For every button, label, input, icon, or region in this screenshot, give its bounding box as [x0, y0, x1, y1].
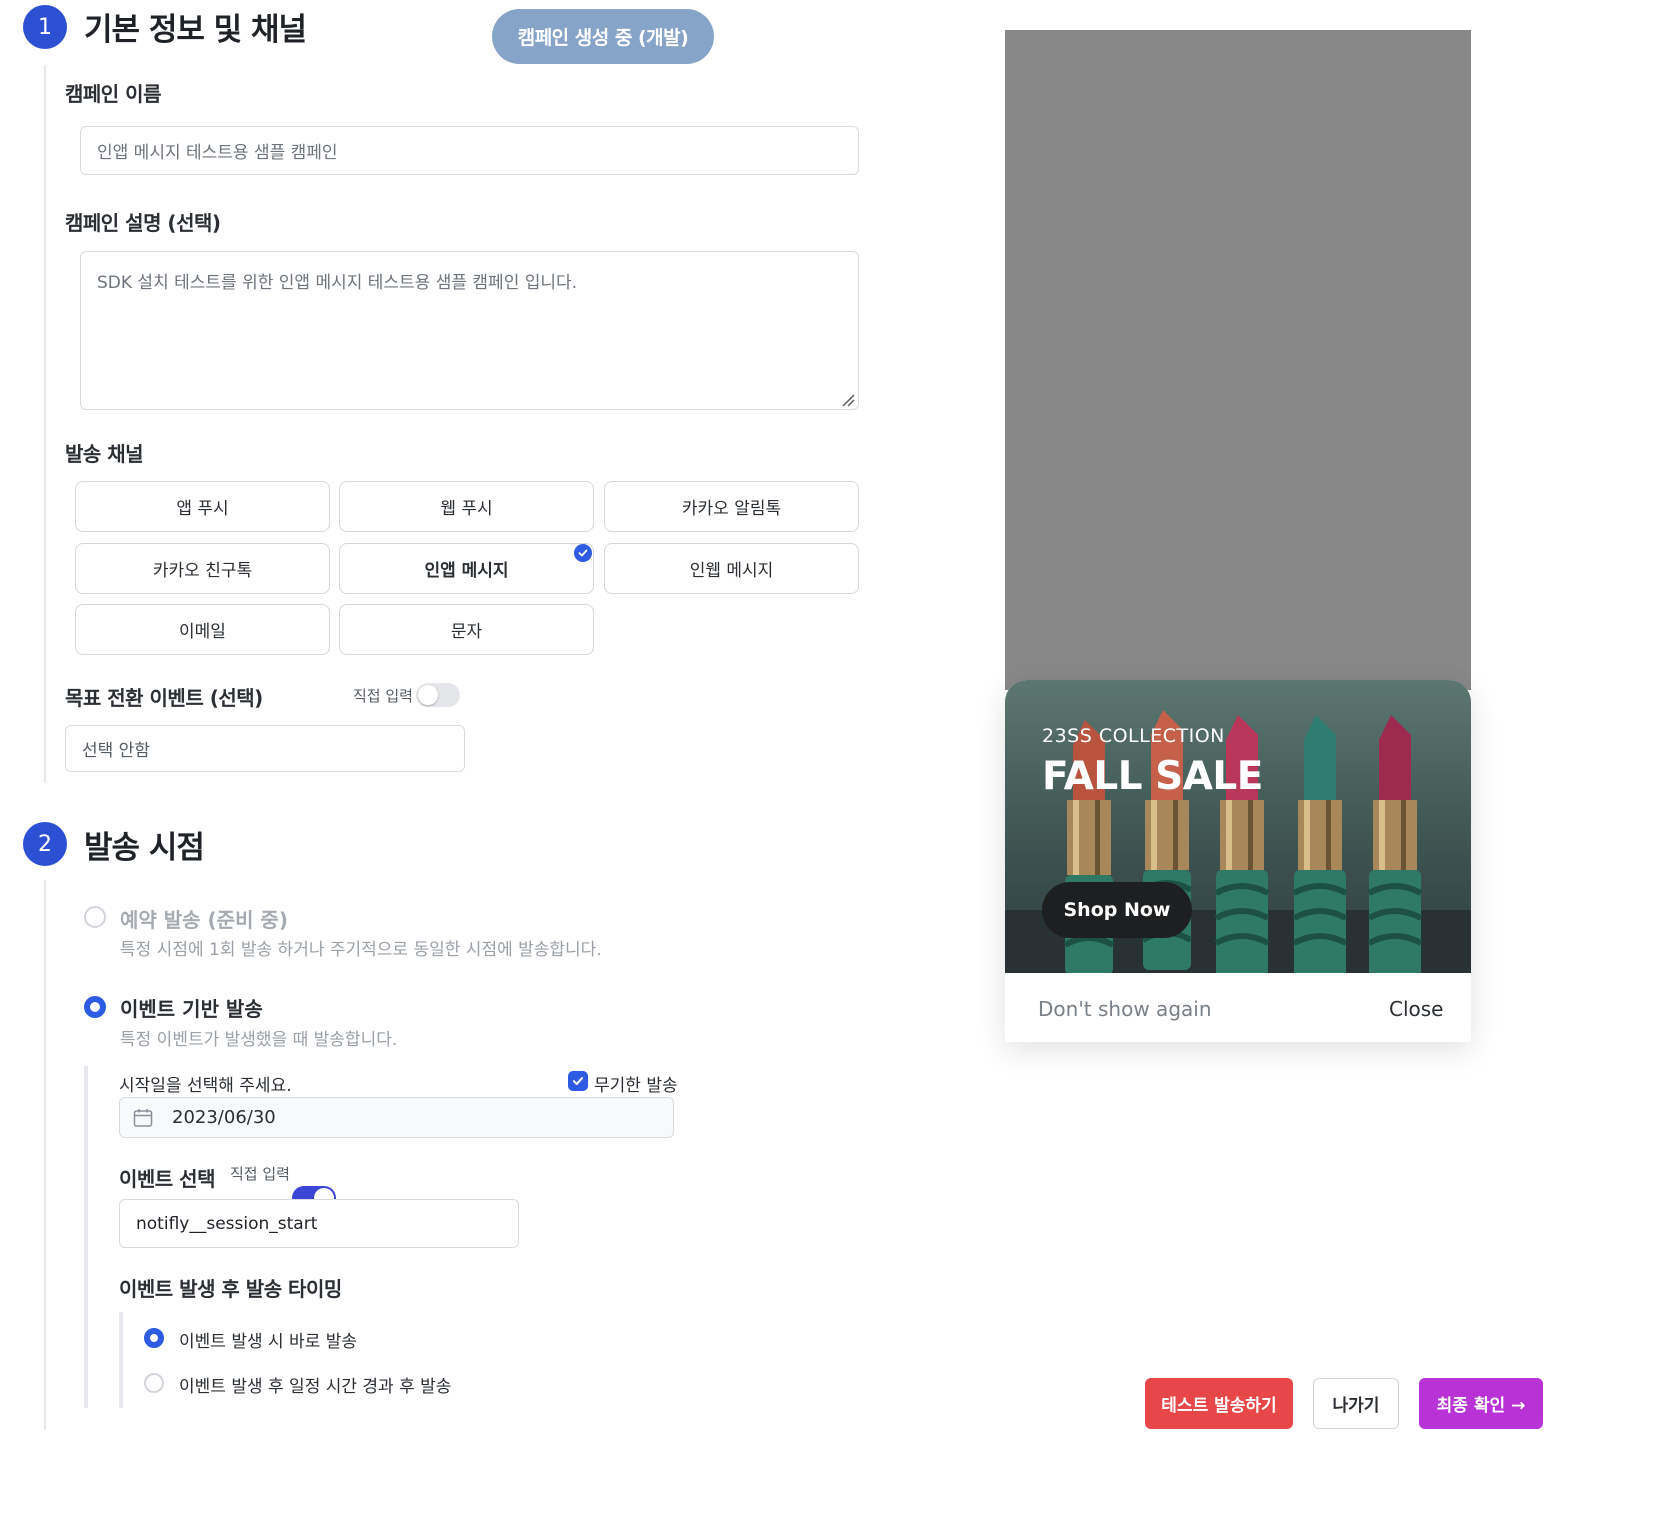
- channel-label: 발송 채널: [65, 442, 144, 466]
- in-app-message-modal: 23SS COLLECTION FALL SALE Shop Now Don't…: [1005, 680, 1471, 1042]
- channel-sms[interactable]: 문자: [339, 604, 594, 655]
- channel-kakao-friendtalk[interactable]: 카카오 친구톡: [75, 543, 330, 594]
- step-2-badge: 2: [23, 822, 67, 866]
- channel-label-text: 인웹 메시지: [689, 561, 774, 581]
- channel-kakao-alimtalk[interactable]: 카카오 알림톡: [604, 481, 859, 532]
- goal-event-label: 목표 전환 이벤트 (선택): [65, 686, 263, 710]
- event-name-input[interactable]: notifly__session_start: [119, 1199, 519, 1248]
- banner-image[interactable]: 23SS COLLECTION FALL SALE Shop Now: [1005, 680, 1471, 973]
- campaign-desc-label: 캠페인 설명 (선택): [65, 211, 221, 235]
- event-based-title: 이벤트 기반 발송: [120, 997, 263, 1021]
- step-2-title: 발송 시점: [84, 830, 205, 866]
- calendar-icon: [133, 1108, 153, 1127]
- event-select-toggle-label: 직접 입력: [230, 1165, 290, 1183]
- event-section-line: [84, 1066, 88, 1408]
- unlimited-label: 무기한 발송: [594, 1076, 678, 1096]
- channel-label-text: 앱 푸시: [176, 499, 229, 519]
- channel-label-text: 문자: [450, 622, 483, 642]
- channel-in-web-message[interactable]: 인웹 메시지: [604, 543, 859, 594]
- goal-event-direct-toggle[interactable]: [416, 683, 460, 707]
- toggle-knob: [418, 685, 438, 705]
- schedule-radio[interactable]: [84, 906, 106, 928]
- exit-button[interactable]: 나가기: [1313, 1378, 1399, 1429]
- timing-delayed-radio[interactable]: [144, 1373, 164, 1393]
- timing-delayed-label: 이벤트 발생 후 일정 시간 경과 후 발송: [179, 1377, 452, 1397]
- channel-in-app-message[interactable]: 인앱 메시지: [339, 543, 594, 594]
- schedule-title: 예약 발송 (준비 중): [120, 908, 288, 932]
- start-date-value: 2023/06/30: [172, 1107, 276, 1128]
- channel-label-text: 카카오 알림톡: [681, 499, 782, 519]
- channel-label-text: 웹 푸시: [440, 499, 493, 519]
- event-select-label: 이벤트 선택: [119, 1167, 215, 1191]
- timing-label: 이벤트 발생 후 발송 타이밍: [119, 1277, 342, 1301]
- unlimited-checkbox[interactable]: [568, 1071, 588, 1091]
- step-1-title: 기본 정보 및 채널: [84, 12, 307, 48]
- shop-now-button[interactable]: Shop Now: [1042, 882, 1192, 938]
- resize-grip-icon[interactable]: [841, 393, 855, 407]
- dont-show-again-link[interactable]: Don't show again: [1038, 997, 1212, 1021]
- channel-label-text: 카카오 친구톡: [152, 561, 253, 581]
- start-date-input[interactable]: 2023/06/30: [119, 1097, 674, 1138]
- step-1-badge: 1: [23, 5, 67, 49]
- channel-web-push[interactable]: 웹 푸시: [339, 481, 594, 532]
- goal-event-toggle-label: 직접 입력: [353, 687, 413, 705]
- selected-check-icon: [574, 544, 592, 562]
- campaign-name-label: 캠페인 이름: [65, 82, 161, 106]
- channel-app-push[interactable]: 앱 푸시: [75, 481, 330, 532]
- schedule-desc: 특정 시점에 1회 발송 하거나 주기적으로 동일한 시점에 발송합니다.: [120, 940, 602, 960]
- channel-label-text: 인앱 메시지: [424, 561, 509, 581]
- channel-email[interactable]: 이메일: [75, 604, 330, 655]
- event-based-desc: 특정 이벤트가 발생했을 때 발송합니다.: [120, 1030, 398, 1050]
- campaign-desc-textarea[interactable]: SDK 설치 테스트를 위한 인앱 메시지 테스트용 샘플 캠페인 입니다.: [80, 251, 859, 410]
- campaign-desc-text: SDK 설치 테스트를 위한 인앱 메시지 테스트용 샘플 캠페인 입니다.: [97, 273, 578, 293]
- campaign-status-pill: 캠페인 생성 중 (개발): [492, 9, 714, 64]
- start-date-label: 시작일을 선택해 주세요.: [119, 1076, 292, 1096]
- step-2-line: [44, 880, 46, 1430]
- banner-title: FALL SALE: [1042, 754, 1263, 799]
- banner-subtitle: 23SS COLLECTION: [1042, 725, 1225, 747]
- timing-immediate-label: 이벤트 발생 시 바로 발송: [179, 1332, 358, 1352]
- campaign-name-input[interactable]: 인앱 메시지 테스트용 샘플 캠페인: [80, 126, 859, 175]
- timing-immediate-radio[interactable]: [144, 1328, 164, 1348]
- final-confirm-button[interactable]: 최종 확인 →: [1419, 1378, 1543, 1429]
- event-based-radio[interactable]: [84, 996, 106, 1018]
- test-send-button[interactable]: 테스트 발송하기: [1145, 1378, 1293, 1429]
- goal-event-select[interactable]: 선택 안함: [65, 725, 465, 772]
- channel-label-text: 이메일: [179, 622, 226, 642]
- close-link[interactable]: Close: [1389, 997, 1443, 1021]
- timing-line: [119, 1312, 123, 1408]
- preview-backdrop: [1005, 30, 1471, 690]
- step-1-line: [44, 65, 46, 783]
